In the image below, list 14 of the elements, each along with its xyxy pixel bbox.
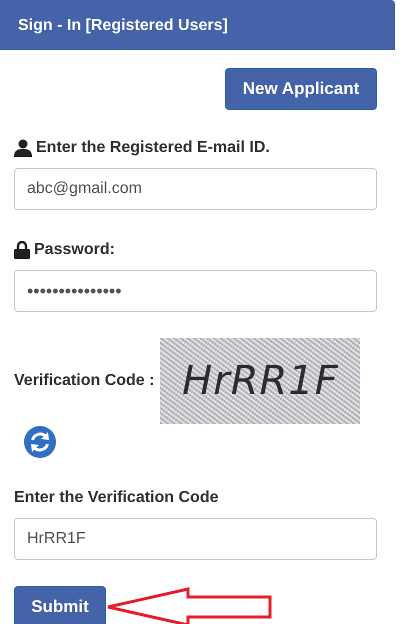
refresh-icon[interactable] (24, 426, 56, 458)
new-applicant-button[interactable]: New Applicant (225, 68, 377, 110)
user-icon (14, 139, 32, 157)
submit-button[interactable]: Submit (14, 586, 106, 624)
input-field[interactable]: HrRR1F (14, 518, 377, 560)
field-label: Enter the Registered E-mail ID. (36, 138, 270, 158)
password-field[interactable]: ••••••••••••••• (14, 270, 377, 312)
verification-code-label: Verification Code : (14, 371, 154, 391)
email-field[interactable]: abc@gmail.com (14, 168, 377, 210)
lock-icon (14, 241, 30, 259)
panel-title: Sign - In [Registered Users] (18, 17, 228, 34)
field-label: Password: (34, 240, 115, 260)
field-label: Enter the Verification Code (14, 488, 220, 508)
captcha-image: HrRR1F (160, 338, 360, 424)
